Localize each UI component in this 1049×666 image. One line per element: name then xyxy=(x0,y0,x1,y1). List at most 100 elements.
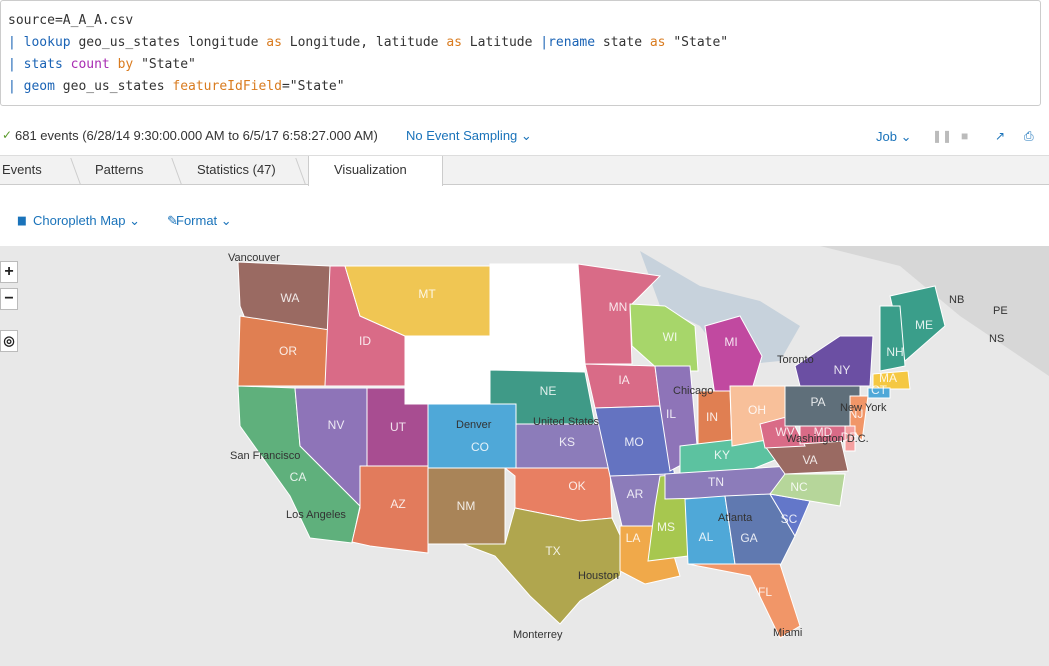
city-label-toronto: Toronto xyxy=(777,354,814,366)
state-label-wa: WA xyxy=(281,291,300,305)
state-nh[interactable] xyxy=(879,305,906,372)
state-label-ia: IA xyxy=(618,373,629,387)
pipe-token: | xyxy=(8,57,24,72)
state-label-ut: UT xyxy=(390,420,407,434)
state-label-pa: PA xyxy=(810,395,825,409)
search-query-editor[interactable]: source=A_A_A.csv | lookup geo_us_states … xyxy=(0,0,1041,106)
state-label-mn: MN xyxy=(609,300,628,314)
geom-command: geom xyxy=(23,79,55,94)
state-label-or: OR xyxy=(279,344,297,358)
query-text: "State" xyxy=(665,35,729,50)
locate-button[interactable]: ◎ xyxy=(0,330,18,352)
count-function: count xyxy=(62,57,110,72)
event-sampling-dropdown[interactable]: No Event Sampling ⌄ xyxy=(406,128,532,144)
state-label-ky: KY xyxy=(714,448,730,462)
tab-statistics[interactable]: Statistics (47) xyxy=(197,156,297,184)
query-text: state xyxy=(595,35,650,50)
city-label-new-york: New York xyxy=(840,402,887,414)
visualization-type-picker[interactable]: Choropleth Map ⌄ xyxy=(33,213,140,229)
job-menu[interactable]: Job ⌄ xyxy=(876,129,911,145)
query-text: "State" xyxy=(133,57,196,72)
state-label-ar: AR xyxy=(627,487,644,501)
share-icon[interactable]: ↗ xyxy=(995,129,1005,143)
pipe-token: | xyxy=(8,35,24,50)
option-keyword: featureIdField xyxy=(172,79,282,94)
pause-icon[interactable]: ❚❚ xyxy=(932,129,952,143)
tab-divider xyxy=(70,158,81,184)
state-label-az: AZ xyxy=(390,497,405,511)
choropleth-map-icon: ▆ xyxy=(18,215,26,226)
as-keyword: as xyxy=(266,35,282,50)
city-label-washington-d-c-: Washington D.C. xyxy=(786,433,869,445)
events-summary: 681 events (6/28/14 9:30:00.000 AM to 6/… xyxy=(15,128,378,143)
state-label-fl: FL xyxy=(758,585,772,599)
pipe-token: | xyxy=(8,79,24,94)
state-label-ms: MS xyxy=(657,520,675,534)
state-label-il: IL xyxy=(666,407,676,421)
state-label-nm: NM xyxy=(457,499,476,513)
state-label-mt: MT xyxy=(418,287,436,301)
pipe-token: | xyxy=(540,35,549,50)
query-text: ="State" xyxy=(281,79,345,94)
print-icon[interactable]: ⎙ xyxy=(1024,129,1034,144)
state-label-me: ME xyxy=(915,318,933,332)
city-label-houston: Houston xyxy=(578,570,619,582)
tab-patterns[interactable]: Patterns xyxy=(95,156,175,184)
lookup-command: lookup xyxy=(23,35,71,50)
state-label-wy: WY xyxy=(441,358,460,372)
state-label-mi: MI xyxy=(724,335,737,349)
state-co[interactable] xyxy=(427,403,517,469)
state-label-ks: KS xyxy=(559,435,575,449)
query-text: Longitude, latitude xyxy=(281,35,447,50)
city-label-chicago: Chicago xyxy=(673,385,713,397)
state-label-la: LA xyxy=(626,531,641,545)
query-text: geo_us_states longitude xyxy=(70,35,267,50)
city-label-vancouver: Vancouver xyxy=(228,252,280,264)
job-status-bar: ✓ 681 events (6/28/14 9:30:00.000 AM to … xyxy=(0,124,1049,148)
stop-icon[interactable]: ■ xyxy=(961,129,968,143)
state-label-wi: WI xyxy=(663,330,678,344)
state-label-sc: SC xyxy=(781,512,798,526)
state-label-ct: CT xyxy=(871,383,888,397)
state-label-oh: OH xyxy=(748,403,766,417)
zoom-in-button[interactable]: + xyxy=(0,261,18,283)
state-label-nd: ND xyxy=(528,281,546,295)
format-menu[interactable]: Format ⌄ xyxy=(176,213,232,229)
tab-visualization[interactable]: Visualization xyxy=(308,156,443,186)
city-label-monterrey: Monterrey xyxy=(513,629,563,641)
state-label-id: ID xyxy=(359,334,371,348)
state-label-ne: NE xyxy=(540,384,557,398)
state-label-mo: MO xyxy=(624,435,643,449)
province-label-pe: PE xyxy=(993,305,1008,317)
zoom-out-button[interactable]: − xyxy=(0,288,18,310)
query-text: Latitude xyxy=(461,35,541,50)
tab-events[interactable]: Events xyxy=(2,156,70,184)
province-label-ns: NS xyxy=(989,333,1004,345)
state-label-nv: NV xyxy=(328,418,345,432)
search-query-text[interactable]: source=A_A_A.csv | lookup geo_us_states … xyxy=(8,10,728,98)
state-label-ny: NY xyxy=(834,363,851,377)
stats-command: stats xyxy=(23,57,63,72)
as-keyword: as xyxy=(649,35,666,50)
state-label-co: CO xyxy=(471,440,489,454)
state-label-in: IN xyxy=(706,410,718,424)
state-label-tx: TX xyxy=(545,544,560,558)
map-canvas[interactable]: WA OR CA ID NV MT WY UT AZ CO NM ND SD NE KS OK TX MN IA MO… xyxy=(0,246,1049,666)
city-label-united-states: United States xyxy=(533,416,600,428)
city-label-los-angeles: Los Angeles xyxy=(286,509,346,521)
state-label-ga: GA xyxy=(740,531,757,545)
visualization-controls: ▆ Choropleth Map ⌄ ✎ Format ⌄ xyxy=(0,206,1049,234)
city-label-san-francisco: San Francisco xyxy=(230,450,300,462)
city-label-denver: Denver xyxy=(456,419,492,431)
query-text: geo_us_states xyxy=(54,79,173,94)
results-tabs: Events Patterns Statistics (47) Visualiz… xyxy=(0,155,1049,186)
choropleth-map[interactable]: WA OR CA ID NV MT WY UT AZ CO NM ND SD NE KS OK TX MN IA MO… xyxy=(0,246,1049,666)
city-label-atlanta: Atlanta xyxy=(718,512,753,524)
state-label-al: AL xyxy=(699,530,714,544)
as-keyword: as xyxy=(446,35,462,50)
state-label-sd: SD xyxy=(532,335,549,349)
state-label-nh: NH xyxy=(886,345,903,359)
state-label-va: VA xyxy=(802,453,817,467)
by-keyword: by xyxy=(109,57,134,72)
state-label-ca: CA xyxy=(290,470,307,484)
